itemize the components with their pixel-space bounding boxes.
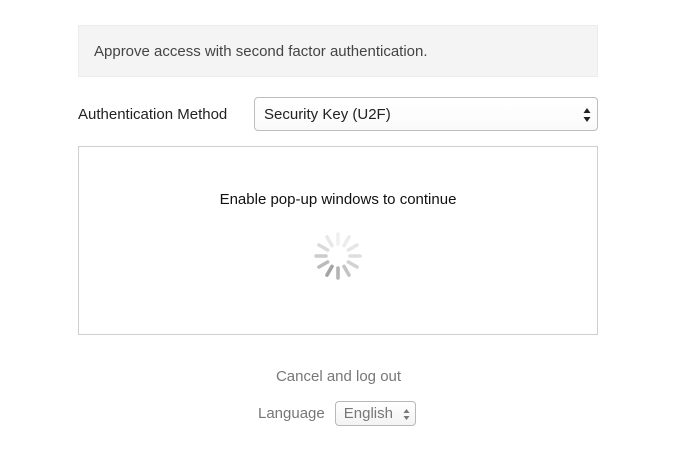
- popup-message: Enable pop-up windows to continue: [219, 191, 457, 208]
- auth-method-row: Authentication Method Security Key (U2F): [78, 97, 598, 131]
- cancel-and-logout-link[interactable]: Cancel and log out: [0, 368, 677, 385]
- info-banner: Approve access with second factor authen…: [78, 25, 598, 77]
- auth-method-selected-value: Security Key (U2F): [264, 105, 391, 123]
- select-arrows-icon: [403, 409, 410, 420]
- language-select[interactable]: English: [334, 401, 416, 426]
- language-label: Language: [258, 405, 325, 422]
- popup-message-panel: Enable pop-up windows to continue: [78, 146, 598, 335]
- duo-prompt: Approve access with second factor authen…: [0, 0, 677, 450]
- select-arrows-icon: [583, 108, 591, 122]
- auth-method-label: Authentication Method: [78, 105, 228, 123]
- language-row: Language English: [258, 401, 416, 426]
- loading-spinner-icon: [314, 232, 362, 280]
- info-banner-text: Approve access with second factor authen…: [94, 42, 428, 60]
- auth-method-select[interactable]: Security Key (U2F): [254, 97, 598, 131]
- language-selected-value: English: [343, 405, 393, 422]
